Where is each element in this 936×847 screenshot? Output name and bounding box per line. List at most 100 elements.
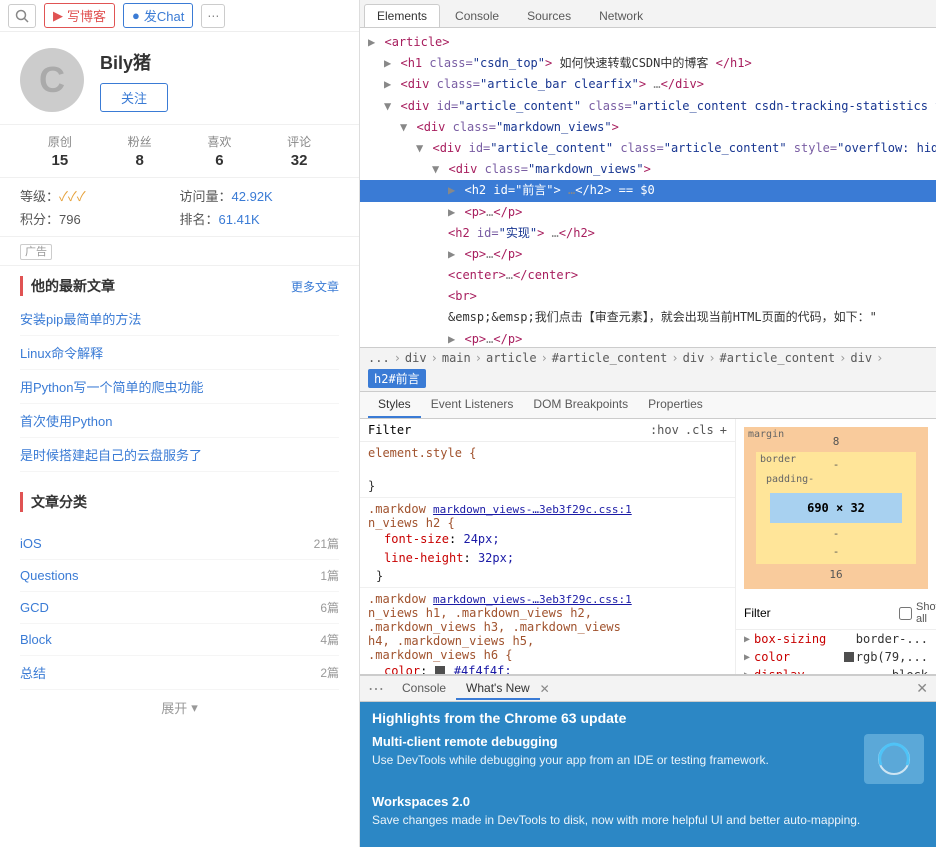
- tab-network[interactable]: Network: [586, 4, 656, 27]
- chat-button[interactable]: ● 发Chat: [123, 3, 193, 28]
- category-item-summary: 总结 2篇: [20, 656, 339, 690]
- console-item-desc: Use DevTools while debugging your app fr…: [372, 752, 769, 769]
- breadcrumb: ... › div › main › article › #article_co…: [360, 348, 936, 392]
- tree-line[interactable]: <h2 id="实现"> …</h2>: [360, 223, 936, 244]
- articles-section-header: 他的最新文章 更多文章: [0, 266, 359, 302]
- tree-line[interactable]: ▶ <p>…</p>: [360, 244, 936, 265]
- subtab-dom-breakpoints[interactable]: DOM Breakpoints: [523, 392, 638, 418]
- tree-line[interactable]: ▶ <h1 class="csdn_top"> 如何快速转载CSDN中的博客 <…: [360, 53, 936, 74]
- css-close-brace: }: [368, 569, 727, 583]
- box-model-diagram: margin 8 border - padding- 690 × 32: [736, 419, 936, 597]
- breadcrumb-h2-active[interactable]: h2#前言: [368, 369, 426, 388]
- add-style-button[interactable]: +: [720, 423, 727, 437]
- write-blog-button[interactable]: ▶ 写博客: [44, 3, 115, 28]
- subtab-styles[interactable]: Styles: [368, 392, 421, 418]
- computed-filter-input[interactable]: [744, 606, 899, 620]
- thumb-image: [867, 737, 922, 782]
- breadcrumb-article-content[interactable]: #article_content: [552, 351, 668, 365]
- expand-label: 展开: [161, 698, 187, 717]
- css-selector: element.style {: [368, 446, 727, 460]
- tree-line[interactable]: ▼ <div id="article_content" class="artic…: [360, 96, 936, 117]
- tree-line[interactable]: <br>: [360, 286, 936, 307]
- console-tab-whatsnew[interactable]: What's New: [456, 678, 540, 700]
- category-name-block[interactable]: Block: [20, 632, 52, 647]
- computed-prop-color[interactable]: ▶ color rgb(79,...: [736, 648, 936, 666]
- color-swatch: [435, 666, 445, 674]
- tab-close-icon[interactable]: ✕: [540, 682, 550, 696]
- html-tree: ▶ <article> ▶ <h1 class="csdn_top"> 如何快速…: [360, 28, 936, 348]
- article-item[interactable]: 首次使用Python: [20, 404, 339, 438]
- breadcrumb-ellipsis[interactable]: ...: [368, 351, 390, 365]
- tree-line[interactable]: ▼ <div class="markdown_views">: [360, 117, 936, 138]
- stat-likes-label: 喜欢: [207, 133, 231, 150]
- tree-line[interactable]: <center>…</center>: [360, 265, 936, 286]
- tree-line-selected[interactable]: ▶ <h2 id="前言"> …</h2> == $0: [360, 180, 936, 201]
- tree-line[interactable]: ▶ <p>…</p>: [360, 202, 936, 223]
- breadcrumb-div1[interactable]: div: [405, 351, 427, 365]
- tab-elements[interactable]: Elements: [364, 4, 440, 27]
- margin-label: margin: [748, 429, 784, 440]
- category-item-gcd: GCD 6篇: [20, 592, 339, 624]
- computed-prop-box-sizing[interactable]: ▶ box-sizing border-...: [736, 630, 936, 648]
- tree-line[interactable]: ▶ <article>: [360, 32, 936, 53]
- more-button[interactable]: ⋯: [201, 4, 225, 28]
- articles-title: 他的最新文章: [20, 276, 115, 296]
- article-item[interactable]: 是时候搭建起自己的云盘服务了: [20, 438, 339, 472]
- console-item-title: Workspaces 2.0: [372, 794, 924, 809]
- border-bottom-value: -: [762, 545, 910, 558]
- category-name-gcd[interactable]: GCD: [20, 600, 49, 615]
- follow-button[interactable]: 关注: [100, 83, 168, 112]
- breadcrumb-div3[interactable]: div: [850, 351, 872, 365]
- breadcrumb-div2[interactable]: div: [683, 351, 705, 365]
- console-close-button[interactable]: ✕: [916, 680, 928, 697]
- expand-button[interactable]: 展开 ▾: [0, 690, 359, 725]
- search-button[interactable]: [8, 4, 36, 28]
- breadcrumb-main[interactable]: main: [442, 351, 471, 365]
- article-item[interactable]: Linux命令解释: [20, 336, 339, 370]
- css-rule-markdown-headings: .markdow markdown_views-…3eb3f29c.css:1 …: [360, 588, 735, 675]
- margin-bottom-value: 16: [752, 568, 920, 581]
- tree-line[interactable]: ▼ <div id="article_content" class="artic…: [360, 138, 936, 159]
- profile-info: Bily猪 关注: [100, 49, 168, 112]
- category-name-summary[interactable]: 总结: [20, 663, 46, 682]
- subtab-event-listeners[interactable]: Event Listeners: [421, 392, 524, 418]
- console-tab-console[interactable]: Console: [392, 678, 456, 700]
- write-icon: ▶: [53, 8, 63, 24]
- category-item-block: Block 4篇: [20, 624, 339, 656]
- css-source-link[interactable]: markdown_views-…3eb3f29c.css:1: [433, 593, 632, 606]
- sub-tab-bar: Styles Event Listeners DOM Breakpoints P…: [360, 392, 936, 419]
- computed-prop-display[interactable]: ▶ display block: [736, 666, 936, 674]
- article-item[interactable]: 用Python写一个简单的爬虫功能: [20, 370, 339, 404]
- stat-fans-label: 粉丝: [128, 133, 152, 150]
- console-dots-icon[interactable]: ⋯: [368, 679, 384, 699]
- show-all-label: Show all: [916, 601, 936, 625]
- prop-name: color: [754, 650, 842, 664]
- tab-sources[interactable]: Sources: [514, 4, 584, 27]
- color-swatch: [844, 652, 854, 662]
- tree-line[interactable]: ▶ <p>…</p>: [360, 329, 936, 348]
- chat-btn-label: 发Chat: [144, 6, 184, 25]
- article-item[interactable]: 安装pip最简单的方法: [20, 302, 339, 336]
- show-all-checkbox[interactable]: [899, 607, 912, 620]
- tree-line[interactable]: &emsp;&emsp;我们点击【审查元素】，就会出现当前HTML页面的代码，如…: [360, 307, 936, 328]
- rank-label: 排名：61.41K: [180, 209, 340, 228]
- articles-more-link[interactable]: 更多文章: [291, 278, 339, 295]
- console-item-remote-debug: Multi-client remote debugging Use DevToo…: [372, 734, 924, 784]
- css-filter-input[interactable]: [368, 423, 642, 437]
- css-source-link[interactable]: markdown_views-…3eb3f29c.css:1: [433, 503, 632, 516]
- tree-line[interactable]: ▼ <div class="markdown_views">: [360, 159, 936, 180]
- subtab-properties[interactable]: Properties: [638, 392, 713, 418]
- css-prop: [368, 460, 727, 479]
- breadcrumb-article[interactable]: article: [486, 351, 537, 365]
- prop-value: rgb(79,...: [856, 650, 928, 664]
- cls-button[interactable]: .cls: [685, 423, 714, 437]
- category-name-questions[interactable]: Questions: [20, 568, 79, 583]
- category-name-ios[interactable]: iOS: [20, 536, 42, 551]
- tab-console[interactable]: Console: [442, 4, 512, 27]
- breadcrumb-article-content2[interactable]: #article_content: [720, 351, 836, 365]
- avatar-letter: C: [39, 59, 65, 101]
- hov-button[interactable]: :hov: [650, 423, 679, 437]
- category-count-gcd: 6篇: [320, 599, 339, 616]
- console-thumb: [864, 734, 924, 784]
- tree-line[interactable]: ▶ <div class="article_bar clearfix"> …</…: [360, 74, 936, 95]
